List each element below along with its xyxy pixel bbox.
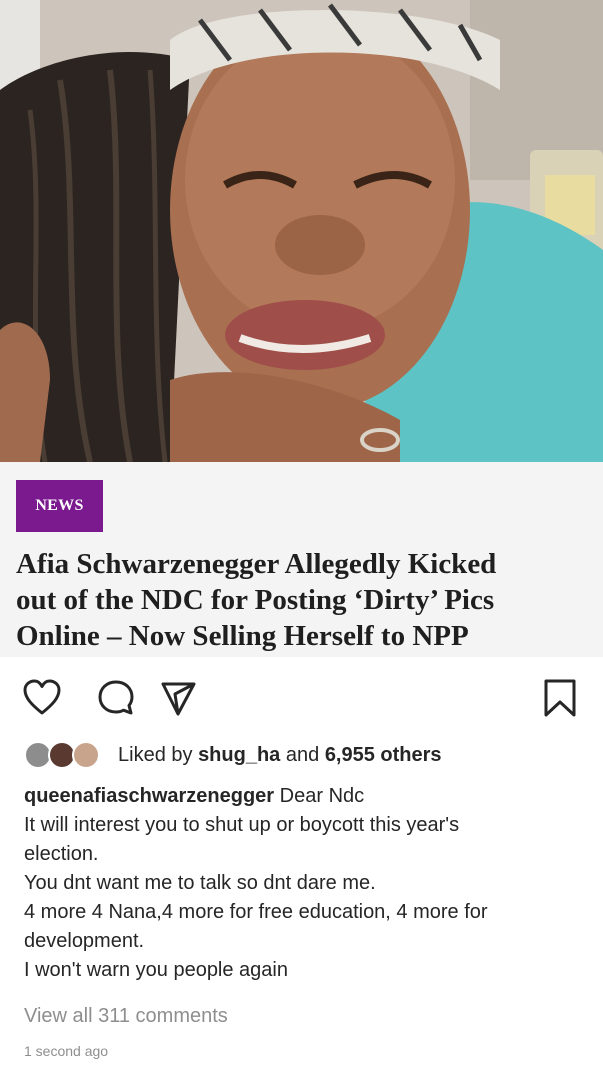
caption-line: I won't warn you people again: [24, 959, 288, 981]
headline-line: Online – Now Selling Herself to NPP: [16, 620, 469, 652]
comment-button[interactable]: [94, 676, 138, 720]
heart-icon: [23, 679, 61, 715]
likes-row: Liked by shug_ha and 6,955 others: [24, 738, 442, 772]
liker-username[interactable]: shug_ha: [198, 744, 280, 767]
caption-first-line: Dear Ndc: [279, 785, 365, 807]
headline-line: Afia Schwarzenegger Allegedly Kicked: [16, 548, 497, 580]
liker-avatars[interactable]: [24, 738, 108, 772]
news-badge: NEWS: [16, 480, 103, 532]
post-caption: queenafiaschwarzenegger Dear Ndc It will…: [24, 782, 584, 985]
like-button[interactable]: [20, 676, 64, 720]
avatar: [72, 741, 100, 769]
view-all-comments-link[interactable]: View all 311 comments: [24, 1005, 228, 1028]
post-photo[interactable]: [0, 0, 603, 462]
article-headline: Afia Schwarzenegger Allegedly Kicked out…: [16, 546, 591, 654]
likes-prefix: Liked by: [118, 743, 193, 766]
comment-icon: [98, 680, 134, 715]
caption-line: You dnt want me to talk so dnt dare me.: [24, 872, 376, 894]
caption-line: election.: [24, 843, 99, 865]
caption-line: It will interest you to shut up or boyco…: [24, 814, 460, 836]
headline-line: out of the NDC for Posting ‘Dirty’ Pics: [16, 584, 495, 616]
send-icon: [161, 682, 196, 716]
caption-line: development.: [24, 930, 145, 952]
bookmark-icon: [544, 679, 576, 717]
instagram-post: NEWS Afia Schwarzenegger Allegedly Kicke…: [0, 0, 603, 1080]
post-timestamp: 1 second ago: [24, 1043, 109, 1059]
article-card[interactable]: NEWS Afia Schwarzenegger Allegedly Kicke…: [0, 462, 603, 657]
action-bar: [0, 668, 603, 728]
caption-line: 4 more 4 Nana,4 more for free education,…: [24, 901, 488, 923]
save-button[interactable]: [538, 676, 582, 720]
caption-username[interactable]: queenafiaschwarzenegger: [24, 785, 274, 807]
share-button[interactable]: [156, 676, 200, 720]
likes-others[interactable]: 6,955 others: [325, 744, 442, 767]
photo-image: [0, 0, 603, 462]
likes-joiner: and: [285, 743, 320, 766]
